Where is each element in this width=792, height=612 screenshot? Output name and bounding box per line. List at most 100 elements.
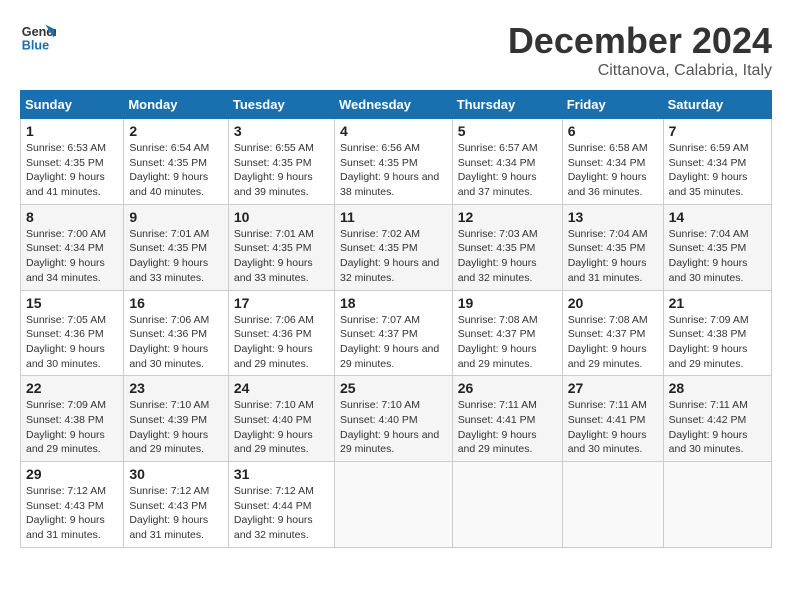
- day-info: Sunrise: 7:01 AM Sunset: 4:35 PM Dayligh…: [129, 227, 223, 286]
- calendar-cell: 29 Sunrise: 7:12 AM Sunset: 4:43 PM Dayl…: [21, 462, 124, 548]
- calendar-cell: 28 Sunrise: 7:11 AM Sunset: 4:42 PM Dayl…: [663, 376, 771, 462]
- calendar-table: Sunday Monday Tuesday Wednesday Thursday…: [20, 90, 772, 548]
- day-info: Sunrise: 7:12 AM Sunset: 4:43 PM Dayligh…: [129, 484, 223, 543]
- calendar-cell: 12 Sunrise: 7:03 AM Sunset: 4:35 PM Dayl…: [452, 204, 562, 290]
- calendar-week-5: 29 Sunrise: 7:12 AM Sunset: 4:43 PM Dayl…: [21, 462, 772, 548]
- calendar-cell: 21 Sunrise: 7:09 AM Sunset: 4:38 PM Dayl…: [663, 290, 771, 376]
- day-number: 25: [340, 380, 447, 396]
- calendar-title: December 2024: [508, 20, 772, 62]
- calendar-cell: 18 Sunrise: 7:07 AM Sunset: 4:37 PM Dayl…: [334, 290, 452, 376]
- day-info: Sunrise: 6:53 AM Sunset: 4:35 PM Dayligh…: [26, 141, 118, 200]
- day-info: Sunrise: 7:09 AM Sunset: 4:38 PM Dayligh…: [669, 313, 766, 372]
- day-info: Sunrise: 7:00 AM Sunset: 4:34 PM Dayligh…: [26, 227, 118, 286]
- calendar-cell: 2 Sunrise: 6:54 AM Sunset: 4:35 PM Dayli…: [124, 119, 229, 205]
- day-info: Sunrise: 7:11 AM Sunset: 4:41 PM Dayligh…: [458, 398, 557, 457]
- calendar-cell: 1 Sunrise: 6:53 AM Sunset: 4:35 PM Dayli…: [21, 119, 124, 205]
- calendar-cell: 26 Sunrise: 7:11 AM Sunset: 4:41 PM Dayl…: [452, 376, 562, 462]
- day-info: Sunrise: 7:10 AM Sunset: 4:40 PM Dayligh…: [340, 398, 447, 457]
- day-info: Sunrise: 7:01 AM Sunset: 4:35 PM Dayligh…: [234, 227, 329, 286]
- day-info: Sunrise: 7:11 AM Sunset: 4:42 PM Dayligh…: [669, 398, 766, 457]
- day-number: 22: [26, 380, 118, 396]
- calendar-week-2: 8 Sunrise: 7:00 AM Sunset: 4:34 PM Dayli…: [21, 204, 772, 290]
- day-info: Sunrise: 6:54 AM Sunset: 4:35 PM Dayligh…: [129, 141, 223, 200]
- day-number: 16: [129, 295, 223, 311]
- calendar-week-4: 22 Sunrise: 7:09 AM Sunset: 4:38 PM Dayl…: [21, 376, 772, 462]
- calendar-cell: [452, 462, 562, 548]
- day-info: Sunrise: 6:55 AM Sunset: 4:35 PM Dayligh…: [234, 141, 329, 200]
- day-info: Sunrise: 7:05 AM Sunset: 4:36 PM Dayligh…: [26, 313, 118, 372]
- header-row: Sunday Monday Tuesday Wednesday Thursday…: [21, 91, 772, 119]
- calendar-cell: [334, 462, 452, 548]
- day-info: Sunrise: 7:09 AM Sunset: 4:38 PM Dayligh…: [26, 398, 118, 457]
- calendar-cell: 20 Sunrise: 7:08 AM Sunset: 4:37 PM Dayl…: [562, 290, 663, 376]
- calendar-cell: 27 Sunrise: 7:11 AM Sunset: 4:41 PM Dayl…: [562, 376, 663, 462]
- day-info: Sunrise: 7:08 AM Sunset: 4:37 PM Dayligh…: [568, 313, 658, 372]
- calendar-cell: 9 Sunrise: 7:01 AM Sunset: 4:35 PM Dayli…: [124, 204, 229, 290]
- calendar-cell: 4 Sunrise: 6:56 AM Sunset: 4:35 PM Dayli…: [334, 119, 452, 205]
- logo-icon: General Blue: [20, 20, 56, 56]
- calendar-cell: 30 Sunrise: 7:12 AM Sunset: 4:43 PM Dayl…: [124, 462, 229, 548]
- title-area: December 2024 Cittanova, Calabria, Italy: [508, 20, 772, 80]
- day-info: Sunrise: 7:03 AM Sunset: 4:35 PM Dayligh…: [458, 227, 557, 286]
- calendar-cell: 16 Sunrise: 7:06 AM Sunset: 4:36 PM Dayl…: [124, 290, 229, 376]
- day-number: 23: [129, 380, 223, 396]
- day-info: Sunrise: 7:04 AM Sunset: 4:35 PM Dayligh…: [568, 227, 658, 286]
- day-info: Sunrise: 7:11 AM Sunset: 4:41 PM Dayligh…: [568, 398, 658, 457]
- day-number: 8: [26, 209, 118, 225]
- calendar-cell: 11 Sunrise: 7:02 AM Sunset: 4:35 PM Dayl…: [334, 204, 452, 290]
- day-number: 13: [568, 209, 658, 225]
- calendar-week-1: 1 Sunrise: 6:53 AM Sunset: 4:35 PM Dayli…: [21, 119, 772, 205]
- day-info: Sunrise: 7:10 AM Sunset: 4:40 PM Dayligh…: [234, 398, 329, 457]
- day-number: 17: [234, 295, 329, 311]
- day-info: Sunrise: 7:08 AM Sunset: 4:37 PM Dayligh…: [458, 313, 557, 372]
- calendar-cell: 14 Sunrise: 7:04 AM Sunset: 4:35 PM Dayl…: [663, 204, 771, 290]
- calendar-cell: 25 Sunrise: 7:10 AM Sunset: 4:40 PM Dayl…: [334, 376, 452, 462]
- day-number: 14: [669, 209, 766, 225]
- day-number: 24: [234, 380, 329, 396]
- calendar-cell: 8 Sunrise: 7:00 AM Sunset: 4:34 PM Dayli…: [21, 204, 124, 290]
- day-number: 29: [26, 466, 118, 482]
- day-info: Sunrise: 7:12 AM Sunset: 4:43 PM Dayligh…: [26, 484, 118, 543]
- day-number: 19: [458, 295, 557, 311]
- calendar-cell: 7 Sunrise: 6:59 AM Sunset: 4:34 PM Dayli…: [663, 119, 771, 205]
- calendar-cell: 3 Sunrise: 6:55 AM Sunset: 4:35 PM Dayli…: [228, 119, 334, 205]
- day-number: 12: [458, 209, 557, 225]
- day-number: 7: [669, 123, 766, 139]
- calendar-cell: 19 Sunrise: 7:08 AM Sunset: 4:37 PM Dayl…: [452, 290, 562, 376]
- calendar-cell: 6 Sunrise: 6:58 AM Sunset: 4:34 PM Dayli…: [562, 119, 663, 205]
- day-info: Sunrise: 7:02 AM Sunset: 4:35 PM Dayligh…: [340, 227, 447, 286]
- day-number: 31: [234, 466, 329, 482]
- day-info: Sunrise: 7:06 AM Sunset: 4:36 PM Dayligh…: [234, 313, 329, 372]
- calendar-cell: 17 Sunrise: 7:06 AM Sunset: 4:36 PM Dayl…: [228, 290, 334, 376]
- day-info: Sunrise: 6:56 AM Sunset: 4:35 PM Dayligh…: [340, 141, 447, 200]
- day-info: Sunrise: 6:58 AM Sunset: 4:34 PM Dayligh…: [568, 141, 658, 200]
- day-number: 18: [340, 295, 447, 311]
- day-number: 27: [568, 380, 658, 396]
- day-info: Sunrise: 7:06 AM Sunset: 4:36 PM Dayligh…: [129, 313, 223, 372]
- col-sunday: Sunday: [21, 91, 124, 119]
- day-info: Sunrise: 7:07 AM Sunset: 4:37 PM Dayligh…: [340, 313, 447, 372]
- day-number: 11: [340, 209, 447, 225]
- day-number: 10: [234, 209, 329, 225]
- calendar-cell: 15 Sunrise: 7:05 AM Sunset: 4:36 PM Dayl…: [21, 290, 124, 376]
- calendar-week-3: 15 Sunrise: 7:05 AM Sunset: 4:36 PM Dayl…: [21, 290, 772, 376]
- day-number: 3: [234, 123, 329, 139]
- day-number: 21: [669, 295, 766, 311]
- day-number: 1: [26, 123, 118, 139]
- calendar-subtitle: Cittanova, Calabria, Italy: [508, 62, 772, 80]
- calendar-cell: 22 Sunrise: 7:09 AM Sunset: 4:38 PM Dayl…: [21, 376, 124, 462]
- day-info: Sunrise: 7:12 AM Sunset: 4:44 PM Dayligh…: [234, 484, 329, 543]
- header: General Blue December 2024 Cittanova, Ca…: [20, 20, 772, 80]
- calendar-cell: 5 Sunrise: 6:57 AM Sunset: 4:34 PM Dayli…: [452, 119, 562, 205]
- day-number: 4: [340, 123, 447, 139]
- day-info: Sunrise: 6:59 AM Sunset: 4:34 PM Dayligh…: [669, 141, 766, 200]
- day-number: 26: [458, 380, 557, 396]
- day-number: 28: [669, 380, 766, 396]
- col-friday: Friday: [562, 91, 663, 119]
- col-tuesday: Tuesday: [228, 91, 334, 119]
- calendar-cell: 31 Sunrise: 7:12 AM Sunset: 4:44 PM Dayl…: [228, 462, 334, 548]
- day-number: 5: [458, 123, 557, 139]
- day-number: 20: [568, 295, 658, 311]
- svg-text:Blue: Blue: [22, 39, 49, 53]
- day-number: 2: [129, 123, 223, 139]
